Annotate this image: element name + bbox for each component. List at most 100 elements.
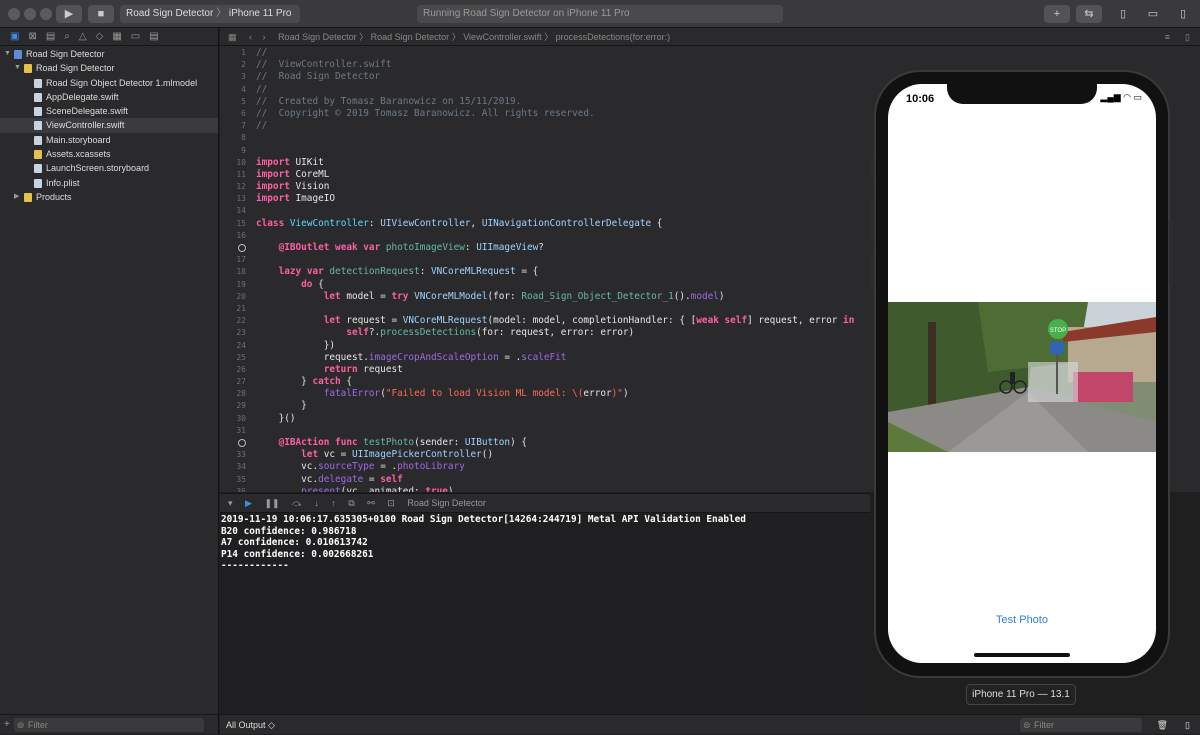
debug-console[interactable]: 2019-11-19 10:06:17.635305+0100 Road Sig…	[220, 514, 870, 714]
toggle-inspector-icon[interactable]: ▯	[1170, 5, 1196, 23]
navigator-item[interactable]: Info.plist	[0, 176, 218, 190]
code-text: import Vision	[256, 181, 330, 193]
scheme-selector[interactable]: Road Sign Detector 〉 iPhone 11 Pro	[120, 5, 300, 23]
related-items-icon[interactable]: ▦	[228, 32, 237, 42]
navigator-item[interactable]: ▼ Road Sign Detector	[0, 47, 218, 61]
forward-icon[interactable]: ›	[263, 32, 266, 42]
navigator-item[interactable]: Assets.xcassets	[0, 147, 218, 161]
navigator-item[interactable]: LaunchScreen.storyboard	[0, 161, 218, 175]
search-icon[interactable]: ⌕	[64, 31, 70, 42]
zoom-window-button[interactable]	[40, 8, 52, 20]
simulate-location-icon[interactable]: ⊡	[387, 498, 395, 508]
code-text: fatalError("Failed to load Vision ML mod…	[323, 388, 629, 400]
navigator-item-label: Road Sign Object Detector 1.mlmodel	[46, 77, 198, 88]
symbol-icon[interactable]: ▤	[46, 31, 55, 42]
breakpoint-icon[interactable]: ▭	[131, 31, 140, 42]
close-window-button[interactable]	[8, 8, 20, 20]
outlet-connection-icon[interactable]	[238, 244, 246, 252]
navigator-item-label: Main.storyboard	[46, 134, 111, 145]
toggle-navigator-icon[interactable]: ▯	[1110, 5, 1136, 23]
navigator-item[interactable]: ViewController.swift	[0, 118, 218, 133]
test-icon[interactable]: ◇	[96, 31, 104, 42]
code-text: vc.sourceType = .photoLibrary	[256, 461, 465, 473]
scheme-device: iPhone 11 Pro	[228, 8, 292, 19]
line-number: 5	[241, 96, 246, 106]
view-hierarchy-icon[interactable]: ⧉	[348, 498, 354, 508]
step-over-icon[interactable]: ⤼	[292, 498, 302, 508]
folder-icon[interactable]: ▣	[10, 31, 19, 42]
add-file-icon[interactable]: +	[4, 719, 10, 730]
code-line: 10 import UIKit	[220, 157, 880, 169]
filter-icon: ⊜	[16, 719, 25, 730]
pause-icon[interactable]: ❚❚	[264, 498, 279, 508]
toggle-debug-area-icon[interactable]: ▭	[1140, 5, 1166, 23]
code-line: 5 // Created by Tomasz Baranowicz on 15/1…	[220, 96, 880, 108]
code-line: 28 fatalError("Failed to load Vision ML …	[220, 388, 880, 400]
minimize-window-button[interactable]	[24, 8, 36, 20]
split-console-icon[interactable]: ▯	[1185, 715, 1190, 735]
disclosure-closed-icon[interactable]: ▶	[14, 190, 19, 204]
navigator-item[interactable]: SceneDelegate.swift	[0, 104, 218, 118]
navigator-filter-input[interactable]: ⊜ Filter	[13, 717, 204, 732]
code-review-button[interactable]: ⇆	[1076, 5, 1102, 23]
library-button[interactable]: +	[1044, 5, 1070, 23]
code-text: @IBAction func testPhoto(sender: UIButto…	[278, 437, 527, 448]
crumb-symbol[interactable]: processDetections(for:error:)	[556, 32, 671, 42]
editor-options-icon[interactable]: ≡	[1165, 28, 1170, 46]
navigator-item[interactable]: ▼ Road Sign Detector	[0, 61, 218, 75]
filter-icon: ⊜	[1023, 720, 1031, 730]
mute-switch[interactable]	[871, 155, 874, 179]
line-number: 36	[236, 486, 246, 492]
step-out-icon[interactable]: ↑	[331, 498, 336, 508]
line-number: 23	[236, 328, 246, 338]
code-line: 16	[220, 230, 880, 242]
crumb-folder[interactable]: Road Sign Detector	[371, 32, 450, 42]
code-text: class ViewController: UIViewController, …	[256, 217, 663, 229]
console-filter-input[interactable]: ⊜ Filter	[1020, 718, 1142, 732]
code-text: let vc = UIImagePickerController()	[301, 449, 494, 461]
code-line: 35 vc.delegate = self	[220, 474, 880, 486]
code-line: 12 import Vision	[220, 181, 880, 193]
back-icon[interactable]: ‹	[249, 32, 252, 42]
navigator-item[interactable]: Road Sign Object Detector 1.mlmodel	[0, 76, 218, 90]
stop-button[interactable]: ■	[88, 5, 114, 23]
volume-down-button[interactable]	[871, 250, 874, 292]
jump-bar: ▦ ‹ › Road Sign Detector 〉 Road Sign Det…	[220, 28, 1200, 46]
step-in-icon[interactable]: ↓	[314, 498, 319, 508]
navigator-item[interactable]: AppDelegate.swift	[0, 90, 218, 104]
crumb-file[interactable]: ViewController.swift	[463, 32, 541, 42]
hide-debug-icon[interactable]: ▾	[228, 498, 233, 508]
line-number: 29	[236, 401, 246, 411]
code-view[interactable]: 1 // 2 // ViewController.swift 3 // Road Sign…	[220, 47, 880, 492]
code-text: }	[256, 400, 307, 412]
run-button[interactable]: ▶	[56, 5, 82, 23]
debug-icon[interactable]: ▦	[112, 31, 121, 42]
home-indicator[interactable]	[974, 653, 1070, 657]
power-button[interactable]	[1169, 220, 1172, 286]
file-icon	[34, 107, 42, 117]
test-photo-button[interactable]: Test Photo	[888, 614, 1156, 626]
breakpoints-toggle-icon[interactable]: ▶	[245, 498, 252, 508]
code-line: 30 }()	[220, 413, 880, 425]
debug-target: Road Sign Detector	[407, 498, 486, 508]
warning-icon[interactable]: △	[79, 31, 87, 42]
volume-up-button[interactable]	[871, 200, 874, 242]
line-number: 6	[241, 108, 246, 118]
outlet-connection-icon[interactable]	[238, 439, 246, 447]
line-number: 15	[236, 218, 246, 228]
memory-graph-icon[interactable]: ⚯	[367, 498, 375, 508]
disclosure-open-icon[interactable]: ▼	[14, 61, 21, 75]
code-line: 34 vc.sourceType = .photoLibrary	[220, 461, 880, 473]
navigator-item[interactable]: ▶ Products	[0, 190, 218, 204]
line-number: 28	[236, 389, 246, 399]
trash-icon[interactable]: 🗑	[1157, 715, 1168, 735]
navigator-item[interactable]: Main.storyboard	[0, 133, 218, 147]
output-selector[interactable]: All Output ◇	[226, 720, 275, 730]
crumb-project[interactable]: Road Sign Detector	[278, 32, 357, 42]
split-editor-icon[interactable]: ▯	[1185, 28, 1190, 46]
navigator-item-label: AppDelegate.swift	[46, 91, 119, 102]
disclosure-open-icon[interactable]: ▼	[4, 47, 11, 61]
source-control-icon[interactable]: ⊠	[28, 31, 36, 42]
simulator-screen[interactable]: 10:06 ▂▄▆ ◠ ▭ STOP Test Photo	[888, 84, 1156, 663]
report-icon[interactable]: ▤	[149, 31, 158, 42]
